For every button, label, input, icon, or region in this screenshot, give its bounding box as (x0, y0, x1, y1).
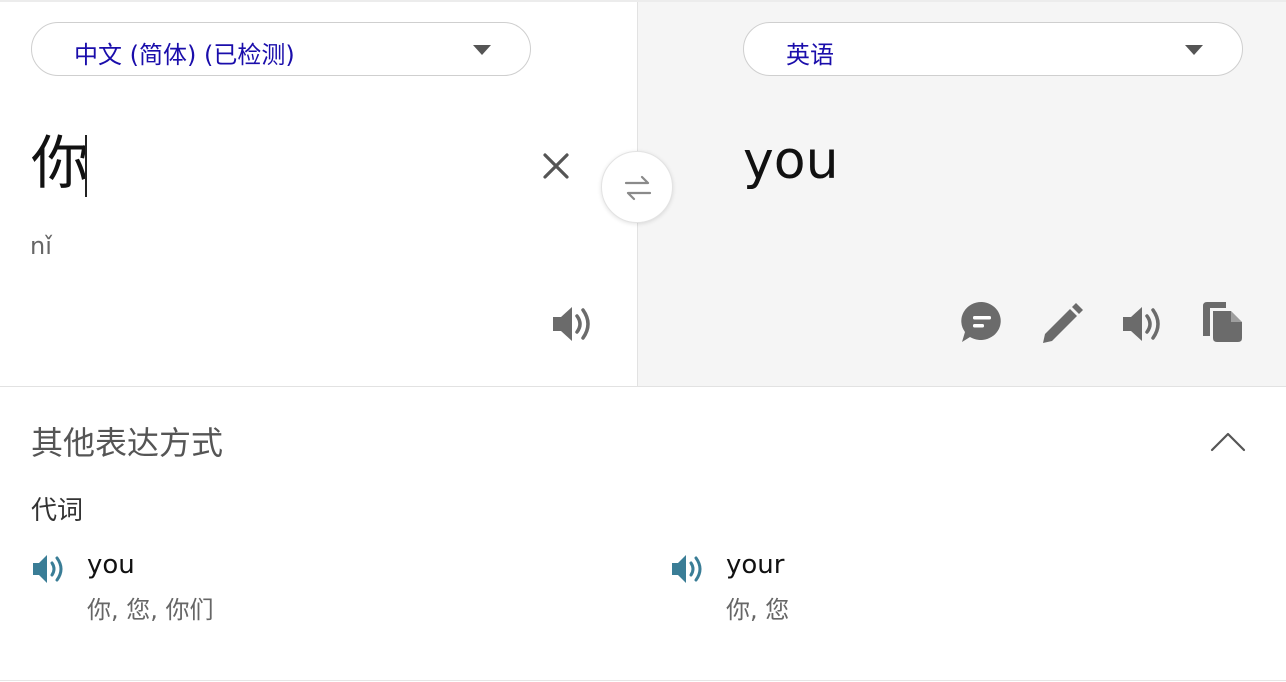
alternatives-title: 其他表达方式 (31, 424, 224, 462)
alternative-word[interactable]: your (726, 550, 784, 580)
list-item: your 你, 您 (670, 550, 1170, 630)
swap-languages-button[interactable] (601, 151, 673, 223)
back-translations: 你, 您, 你们 (87, 596, 214, 624)
swap-arrows-icon (624, 175, 652, 201)
text-cursor (85, 135, 87, 197)
speaker-icon[interactable] (1120, 302, 1166, 346)
back-translations: 你, 您 (726, 596, 790, 624)
target-pane: 英语 you (638, 2, 1286, 386)
chevron-down-icon (1185, 45, 1203, 55)
copy-icon[interactable] (1200, 300, 1244, 344)
target-language-label: 英语 (786, 41, 834, 69)
target-language-select[interactable]: 英语 (743, 22, 1243, 76)
part-of-speech-label: 代词 (31, 496, 84, 526)
speaker-icon[interactable] (670, 552, 706, 586)
alternative-word[interactable]: you (87, 550, 135, 580)
translation-output: you (743, 131, 839, 191)
chevron-up-icon[interactable] (1208, 428, 1248, 454)
pencil-icon[interactable] (1040, 302, 1084, 346)
source-language-label: 中文 (简体) (已检测) (74, 41, 295, 69)
chat-bubble-icon[interactable] (960, 300, 1004, 344)
transliteration: nǐ (30, 232, 52, 260)
list-item: you 你, 您, 你们 (31, 550, 531, 630)
speaker-icon[interactable] (31, 552, 67, 586)
speaker-icon[interactable] (550, 302, 596, 346)
chevron-down-icon (473, 45, 491, 55)
close-icon[interactable] (540, 150, 572, 182)
source-pane: 中文 (简体) (已检测) 你 nǐ (0, 2, 637, 386)
bottom-border (0, 680, 1286, 681)
source-language-select[interactable]: 中文 (简体) (已检测) (31, 22, 531, 76)
section-divider (0, 386, 1286, 387)
source-text-input[interactable]: 你 (31, 128, 89, 198)
